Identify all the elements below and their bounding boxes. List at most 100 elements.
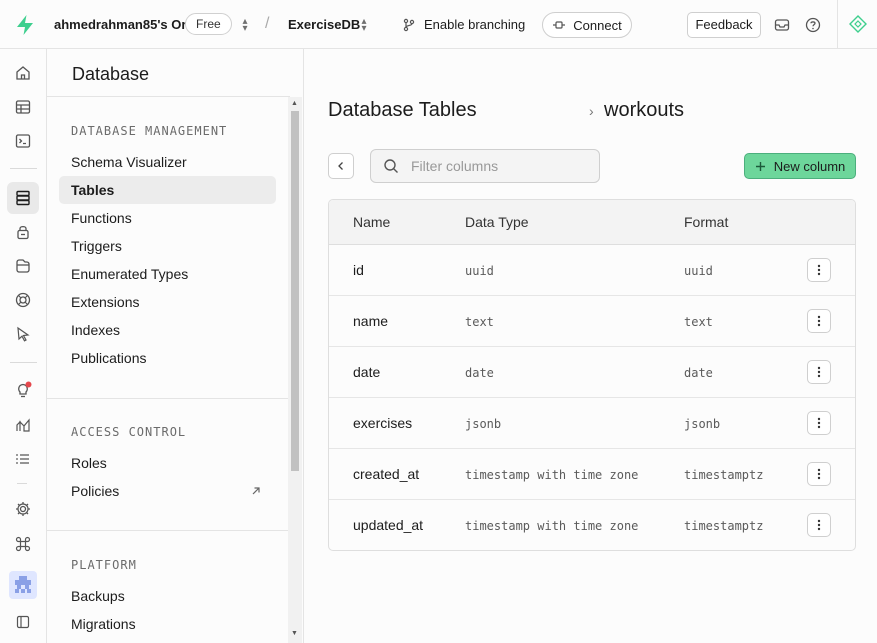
assistant-diamond-icon[interactable] [849,15,867,33]
scroll-down-arrow-icon[interactable]: ▼ [291,630,298,637]
section-divider [47,530,290,531]
sidebar-item-enumerated-types[interactable]: Enumerated Types [59,260,276,288]
filter-columns-input[interactable] [411,158,581,174]
main-content: Database Tables › workouts New column Na… [305,49,877,643]
org-name[interactable]: ahmedrahman85's Org [54,17,194,32]
column-name: name [353,313,389,329]
column-type: timestamp with time zone [465,468,639,482]
section-heading-database-management: DATABASE MANAGEMENT [71,124,228,138]
more-vertical-icon [817,468,821,480]
header-format: Format [684,214,729,230]
header-data-type: Data Type [465,214,529,230]
row-menu-button[interactable] [807,258,831,282]
row-menu-button[interactable] [807,360,831,384]
more-vertical-icon [817,366,821,378]
column-format: jsonb [684,417,721,431]
rail-divider [10,168,37,169]
reports-icon[interactable] [12,414,34,436]
sidebar-item-extensions[interactable]: Extensions [59,288,276,316]
columns-table: Name Data Type Format id uuid uuid name … [328,199,856,551]
sidebar-item-policies[interactable]: Policies [59,477,276,505]
column-type: timestamp with time zone [465,519,639,533]
edge-functions-icon[interactable] [12,323,34,345]
table-row: id uuid uuid [329,245,855,296]
more-vertical-icon [817,264,821,276]
column-type: uuid [465,264,494,278]
column-type: jsonb [465,417,502,431]
column-format: text [684,315,713,329]
column-name: updated_at [353,517,424,533]
plug-icon [553,21,566,29]
settings-icon[interactable] [12,498,34,520]
filter-columns-field[interactable] [370,149,600,183]
more-vertical-icon [817,519,821,531]
table-row: created_at timestamp with time zone time… [329,449,855,500]
more-vertical-icon [817,417,821,429]
connect-button[interactable]: Connect [542,12,632,38]
logs-icon[interactable] [12,448,34,470]
realtime-icon[interactable] [12,289,34,311]
chevron-left-icon [338,162,343,170]
project-switcher-chevron-icon[interactable]: ▴ ▾ [359,17,369,34]
sidebar-item-roles[interactable]: Roles [59,449,276,477]
enable-branching-button[interactable]: Enable branching [402,17,525,32]
home-icon[interactable] [12,62,34,84]
top-bar: ahmedrahman85's Org Free ▴ ▾ / ExerciseDB… [0,0,877,49]
sidebar-scrollbar-thumb[interactable] [291,111,299,471]
header-name: Name [353,214,391,230]
new-column-label: New column [773,158,846,174]
more-vertical-icon [817,315,821,327]
advisors-icon[interactable] [12,379,34,401]
supabase-logo-icon[interactable] [13,13,37,37]
sidebar-item-schema-visualizer[interactable]: Schema Visualizer [59,148,276,176]
new-column-button[interactable]: New column [744,153,856,179]
sidebar-item-backups[interactable]: Backups [59,582,276,610]
row-menu-button[interactable] [807,462,831,486]
section-heading-access-control: ACCESS CONTROL [71,425,187,439]
database-sidebar: Database DATABASE MANAGEMENT Schema Visu… [47,49,304,643]
table-row: date date date [329,347,855,398]
sidebar-toggle-icon[interactable] [12,611,34,633]
sql-editor-icon[interactable] [12,130,34,152]
column-type: date [465,366,494,380]
avatar[interactable] [9,571,37,599]
row-menu-button[interactable] [807,411,831,435]
table-name-title: workouts [604,99,685,121]
back-button[interactable] [328,153,354,179]
sidebar-item-triggers[interactable]: Triggers [59,232,276,260]
inbox-icon[interactable] [773,16,791,34]
auth-icon[interactable] [12,221,34,243]
table-row: exercises jsonb jsonb [329,398,855,449]
sidebar-item-migrations[interactable]: Migrations [59,610,276,638]
feedback-button[interactable]: Feedback [687,12,761,38]
storage-icon[interactable] [12,255,34,277]
table-editor-icon[interactable] [12,96,34,118]
sidebar-item-indexes[interactable]: Indexes [59,316,276,344]
help-icon[interactable] [804,16,822,34]
enable-branching-label: Enable branching [424,17,526,32]
external-link-arrow-icon [252,487,260,495]
command-icon[interactable] [12,533,34,555]
project-name[interactable]: ExerciseDB [288,17,360,32]
database-icon[interactable] [7,182,39,214]
sidebar-title: Database [72,64,150,84]
row-menu-button[interactable] [807,309,831,333]
sidebar-header-divider [47,96,290,97]
table-header: Name Data Type Format [329,200,855,245]
rail-divider [10,362,37,363]
topbar-divider [837,0,838,49]
column-format: date [684,366,713,380]
row-menu-button[interactable] [807,513,831,537]
breadcrumb-separator: › [589,103,594,119]
sidebar-item-tables[interactable]: Tables [59,176,276,204]
git-branch-icon [403,18,415,31]
org-switcher-chevron-icon[interactable]: ▴ ▾ [240,17,250,34]
column-name: id [353,262,364,278]
column-name: created_at [353,466,420,482]
section-heading-platform: PLATFORM [71,558,137,572]
search-icon [384,159,398,173]
sidebar-item-functions[interactable]: Functions [59,204,276,232]
rail-divider [17,483,27,484]
scroll-up-arrow-icon[interactable]: ▲ [291,100,298,107]
sidebar-item-publications[interactable]: Publications [59,344,276,372]
